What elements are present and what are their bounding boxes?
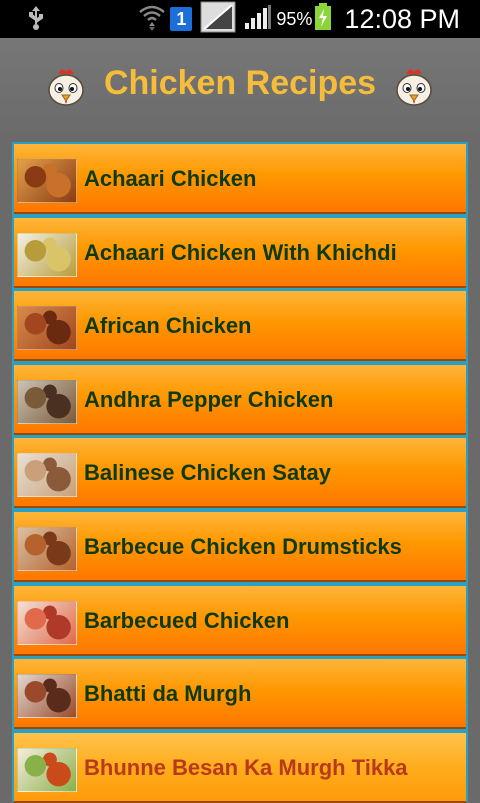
chicken-icon [392,66,436,115]
recipe-label: Achaari Chicken [84,166,257,191]
recipe-thumbnail [17,379,77,424]
status-bar: 1 95% 12:08 PM [0,0,480,38]
recipe-label: Bhatti da Murgh [84,681,252,707]
app-header: Chicken Recipes [0,38,480,138]
recipe-thumbnail [17,232,77,277]
recipe-label: Andhra Pepper Chicken [84,386,334,412]
recipe-label: Barbecue Chicken Drumsticks [84,534,402,559]
battery-percent: 95% [276,8,313,29]
recipe-list-item[interactable]: African Chicken [14,291,466,362]
recipe-label: Barbecued Chicken [84,607,290,633]
usb-icon [26,6,46,37]
recipe-list-item[interactable]: Achaari Chicken [14,144,466,214]
recipe-list-item[interactable]: Andhra Pepper Chicken [14,364,466,435]
recipe-thumbnail [17,306,77,351]
signal-icon [244,4,272,35]
recipe-list-item[interactable]: Barbecued Chicken [14,585,466,656]
sim-badge: 1 [170,7,193,31]
clock: 12:08 PM [344,3,460,34]
recipe-thumbnail [17,453,77,498]
recipe-label: Bhunne Besan Ka Murgh Tikka [84,754,408,780]
recipe-thumbnail [17,600,77,645]
recipe-list-item[interactable]: Barbecue Chicken Drumsticks [14,512,466,582]
no-signal-icon [200,1,236,38]
recipe-thumbnail [17,527,77,571]
recipe-label: Balinese Chicken Satay [84,460,332,486]
recipe-list-item[interactable]: Achaari Chicken With Khichdi [14,217,466,288]
recipe-list-item[interactable]: Balinese Chicken Satay [14,438,466,509]
wifi-icon [138,2,166,37]
recipe-label: Achaari Chicken With Khichdi [84,239,397,265]
recipe-list-item[interactable]: Bhunne Besan Ka Murgh Tikka [14,732,466,803]
recipe-label: African Chicken [84,313,252,339]
recipe-thumbnail [17,159,77,203]
recipe-list-item[interactable]: Bhatti da Murgh [14,659,466,730]
recipe-list[interactable]: Achaari Chicken Achaari Chicken With Khic… [12,142,468,803]
recipe-thumbnail [17,747,77,792]
recipe-thumbnail [17,674,77,719]
battery-charging-icon [314,2,332,36]
